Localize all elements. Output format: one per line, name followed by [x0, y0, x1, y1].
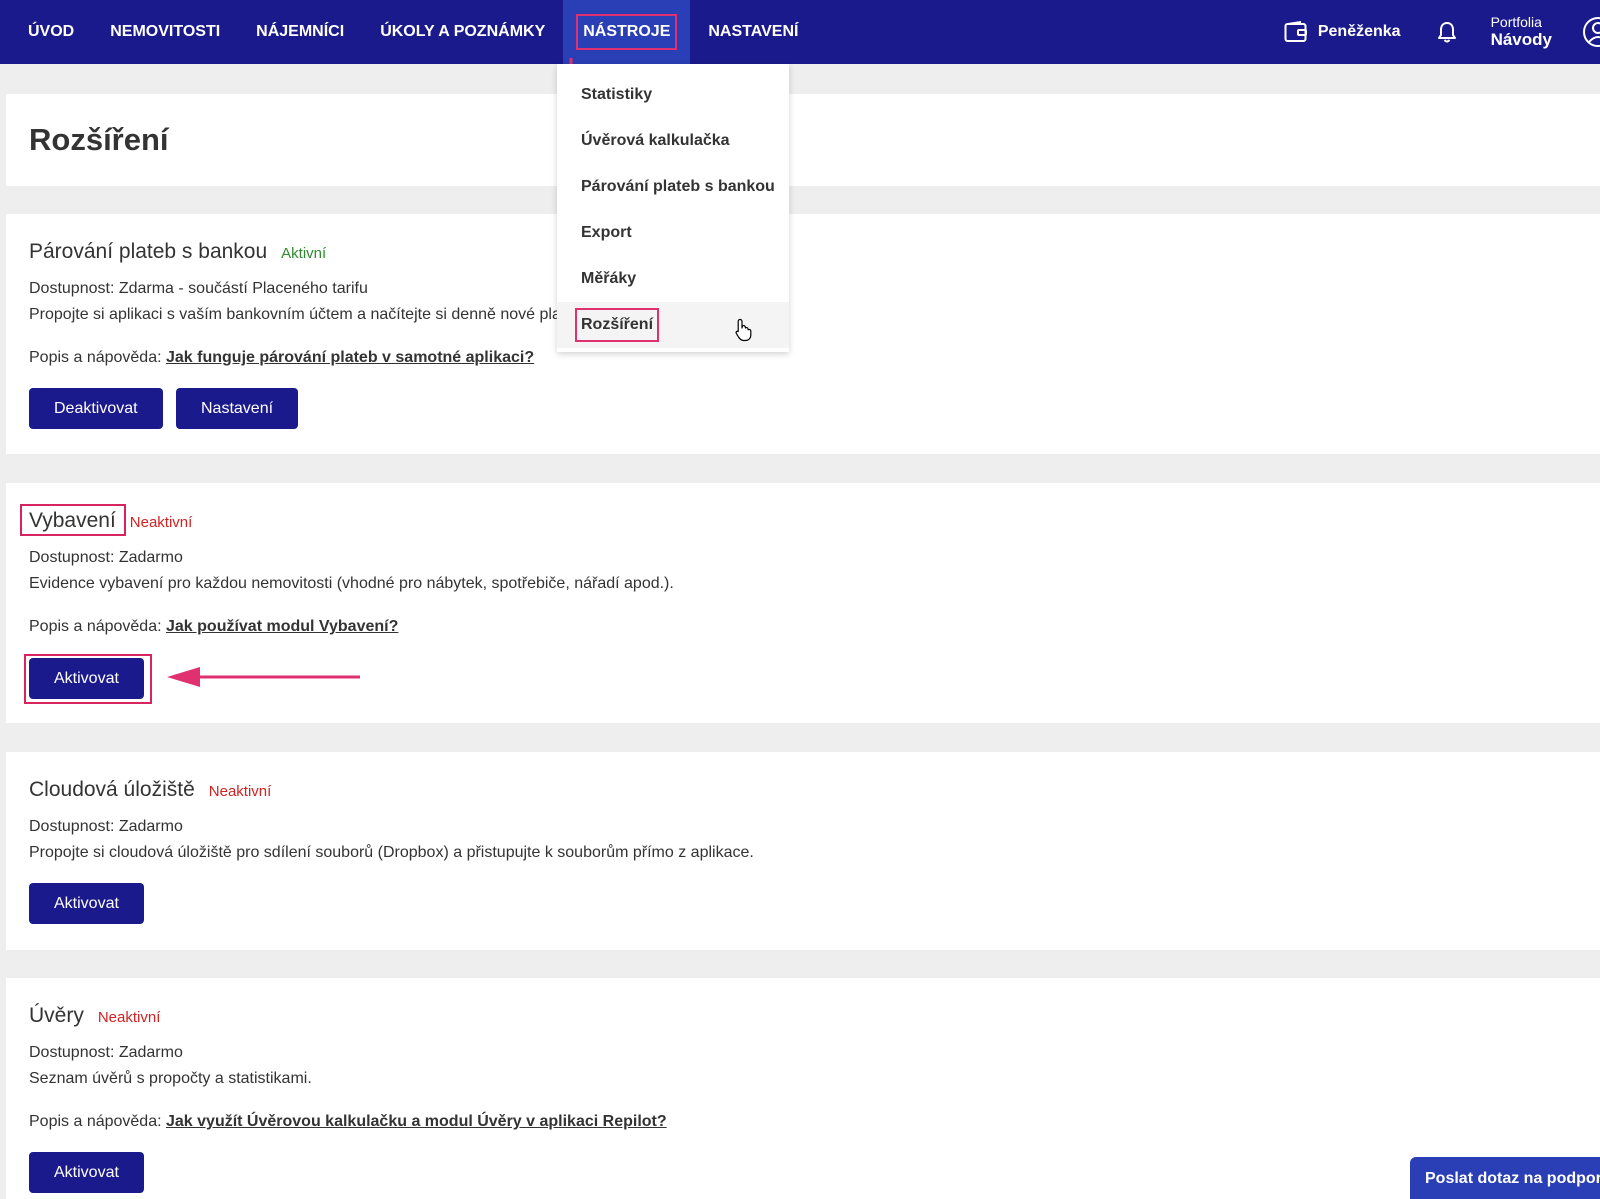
user-avatar-icon[interactable]	[1582, 16, 1600, 48]
top-right-controls: Peněženka Portfolia Návody	[1284, 0, 1600, 64]
settings-button[interactable]: Nastavení	[176, 388, 299, 429]
portfolio-value: Návody	[1490, 30, 1552, 49]
wallet-label: Peněženka	[1317, 23, 1401, 40]
wallet-icon	[1284, 21, 1307, 42]
nav-item-label: ÚVOD	[28, 23, 75, 40]
menu-item-label: Úvěrová kalkulačka	[581, 132, 730, 149]
nav-item-nastroje[interactable]: NÁSTROJE	[563, 0, 691, 64]
menu-item-meraky[interactable]: Měřáky	[557, 256, 789, 302]
extension-title: Párování plateb s bankou	[29, 240, 268, 263]
card-header: Cloudová úložiště Neaktivní	[29, 778, 271, 802]
status-badge: Neaktivní	[97, 1009, 161, 1026]
nav-item-label: NASTAVENÍ	[708, 23, 799, 40]
availability-text: Dostupnost: Zadarmo	[29, 818, 183, 835]
menu-item-label: Měřáky	[581, 270, 637, 287]
menu-item-rozsireni[interactable]: Rozšíření	[557, 302, 789, 348]
activate-button[interactable]: Aktivovat	[29, 883, 144, 924]
help-link[interactable]: Jak funguje párování plateb v samotné ap…	[166, 349, 534, 366]
menu-item-export[interactable]: Export	[557, 210, 789, 256]
nav-item-nastaveni[interactable]: NASTAVENÍ	[690, 0, 816, 64]
top-navigation-bar: ÚVOD NEMOVITOSTI NÁJEMNÍCI ÚKOLY A POZNÁ…	[0, 0, 1600, 64]
bell-icon	[1437, 22, 1456, 43]
support-button[interactable]: Poslat dotaz na podporu	[1410, 1157, 1600, 1199]
nav-item-label: NEMOVITOSTI	[110, 23, 221, 40]
status-badge: Aktivní	[281, 245, 327, 262]
help-link[interactable]: Jak využít Úvěrovou kalkulačku a modul Ú…	[166, 1113, 667, 1130]
activate-button[interactable]: Aktivovat	[29, 658, 144, 699]
extension-card-cloud-storage: Cloudová úložiště Neaktivní Dostupnost: …	[6, 752, 1600, 950]
help-prefix: Popis a nápověda:	[29, 618, 162, 635]
menu-item-parovani-plateb[interactable]: Párování plateb s bankou	[557, 164, 789, 210]
activate-button[interactable]: Aktivovat	[29, 1152, 144, 1193]
nav-item-label: ÚKOLY A POZNÁMKY	[380, 23, 546, 40]
availability-text: Dostupnost: Zadarmo	[29, 1044, 183, 1061]
description-text: Seznam úvěrů s propočty a statistikami.	[29, 1070, 312, 1087]
help-prefix: Popis a nápověda:	[29, 1113, 162, 1130]
help-line: Popis a nápověda: Jak používat modul Vyb…	[29, 618, 398, 636]
nav-item-najemnici[interactable]: NÁJEMNÍCI	[238, 0, 362, 64]
extension-title: Cloudová úložiště	[29, 778, 195, 801]
availability-text: Dostupnost: Zdarma - součástí Placeného …	[29, 280, 368, 297]
status-badge: Neaktivní	[208, 783, 272, 800]
extension-title: Úvěry	[29, 1004, 84, 1027]
availability-text: Dostupnost: Zadarmo	[29, 549, 183, 566]
menu-item-label: Statistiky	[581, 86, 653, 103]
wallet-button[interactable]: Peněženka	[1284, 21, 1401, 43]
portfolio-selector[interactable]: Portfolia Návody	[1491, 14, 1552, 50]
menu-item-label: Export	[581, 224, 632, 241]
page-title: Rozšíření	[29, 122, 169, 157]
help-link[interactable]: Jak používat modul Vybavení?	[166, 618, 398, 635]
deactivate-button[interactable]: Deaktivovat	[29, 388, 163, 429]
extension-card-loans: Úvěry Neaktivní Dostupnost: Zadarmo Sezn…	[6, 978, 1600, 1199]
status-badge: Neaktivní	[129, 514, 193, 531]
page-header-card: Rozšíření	[6, 94, 1600, 186]
card-header: Vybavení Neaktivní	[29, 509, 192, 533]
description-text: Propojte si cloudová úložiště pro sdílen…	[29, 844, 754, 861]
hand-cursor-icon	[735, 318, 752, 342]
nav-item-nemovitosti[interactable]: NEMOVITOSTI	[92, 0, 238, 64]
notifications-button[interactable]	[1437, 21, 1457, 43]
card-header: Párování plateb s bankou Aktivní	[29, 240, 326, 264]
nav-item-ukoly[interactable]: ÚKOLY A POZNÁMKY	[362, 0, 563, 64]
menu-item-uverova-kalkulacka[interactable]: Úvěrová kalkulačka	[557, 118, 789, 164]
card-header: Úvěry Neaktivní	[29, 1004, 160, 1028]
menu-item-label: Párování plateb s bankou	[581, 178, 775, 195]
portfolio-label: Portfolia	[1490, 14, 1542, 30]
extension-card-equipment: Vybavení Neaktivní Dostupnost: Zadarmo E…	[6, 483, 1600, 723]
nav-item-label: NÁJEMNÍCI	[256, 23, 345, 40]
extension-card-bank-pairing: Párování plateb s bankou Aktivní Dostupn…	[6, 214, 1600, 454]
help-line: Popis a nápověda: Jak využít Úvěrovou ka…	[29, 1113, 667, 1131]
extension-title: Vybavení	[29, 509, 116, 532]
main-nav: ÚVOD NEMOVITOSTI NÁJEMNÍCI ÚKOLY A POZNÁ…	[0, 0, 816, 64]
nav-item-label: NÁSTROJE	[576, 14, 678, 50]
help-prefix: Popis a nápověda:	[29, 349, 162, 366]
description-text: Propojte si aplikaci s vaším bankovním ú…	[29, 306, 586, 323]
description-text: Evidence vybavení pro každou nemovitosti…	[29, 575, 674, 592]
menu-item-label: Rozšíření	[574, 308, 660, 342]
menu-item-statistiky[interactable]: Statistiky	[557, 72, 789, 118]
nav-item-uvod[interactable]: ÚVOD	[0, 0, 92, 64]
help-line: Popis a nápověda: Jak funguje párování p…	[29, 349, 534, 367]
tools-dropdown-menu: Statistiky Úvěrová kalkulačka Párování p…	[557, 64, 789, 352]
